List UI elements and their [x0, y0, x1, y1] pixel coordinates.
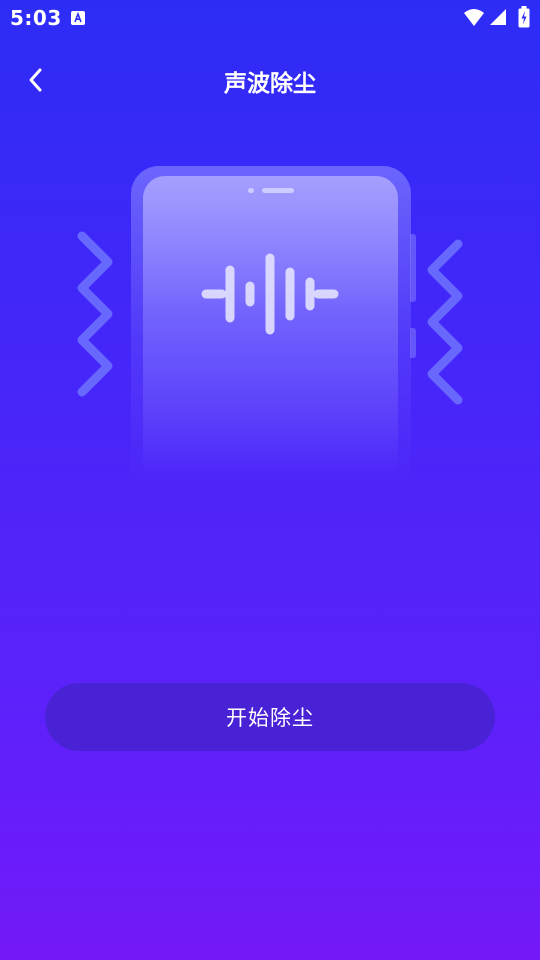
start-dust-removal-button[interactable]: 开始除尘 [45, 683, 495, 751]
signal-icon [490, 9, 506, 25]
battery-icon [518, 6, 530, 28]
phone-speaker [262, 188, 294, 193]
status-bar: 5:03 [0, 0, 540, 38]
start-button-label: 开始除尘 [226, 706, 314, 730]
page-title: 声波除尘 [224, 71, 316, 97]
dust-removal-illustration [0, 160, 540, 486]
a-notification-icon [71, 11, 85, 25]
vibration-zigzag-icon [77, 231, 113, 397]
phone-camera-dot [248, 188, 254, 193]
status-time: 5:03 [10, 6, 62, 30]
phone-side-button [410, 328, 416, 358]
phone-side-button [410, 234, 416, 302]
wifi-icon [464, 9, 484, 26]
header: 声波除尘 [0, 56, 540, 104]
vibration-zigzag-icon [427, 239, 463, 405]
sound-wave-icon [201, 253, 339, 335]
